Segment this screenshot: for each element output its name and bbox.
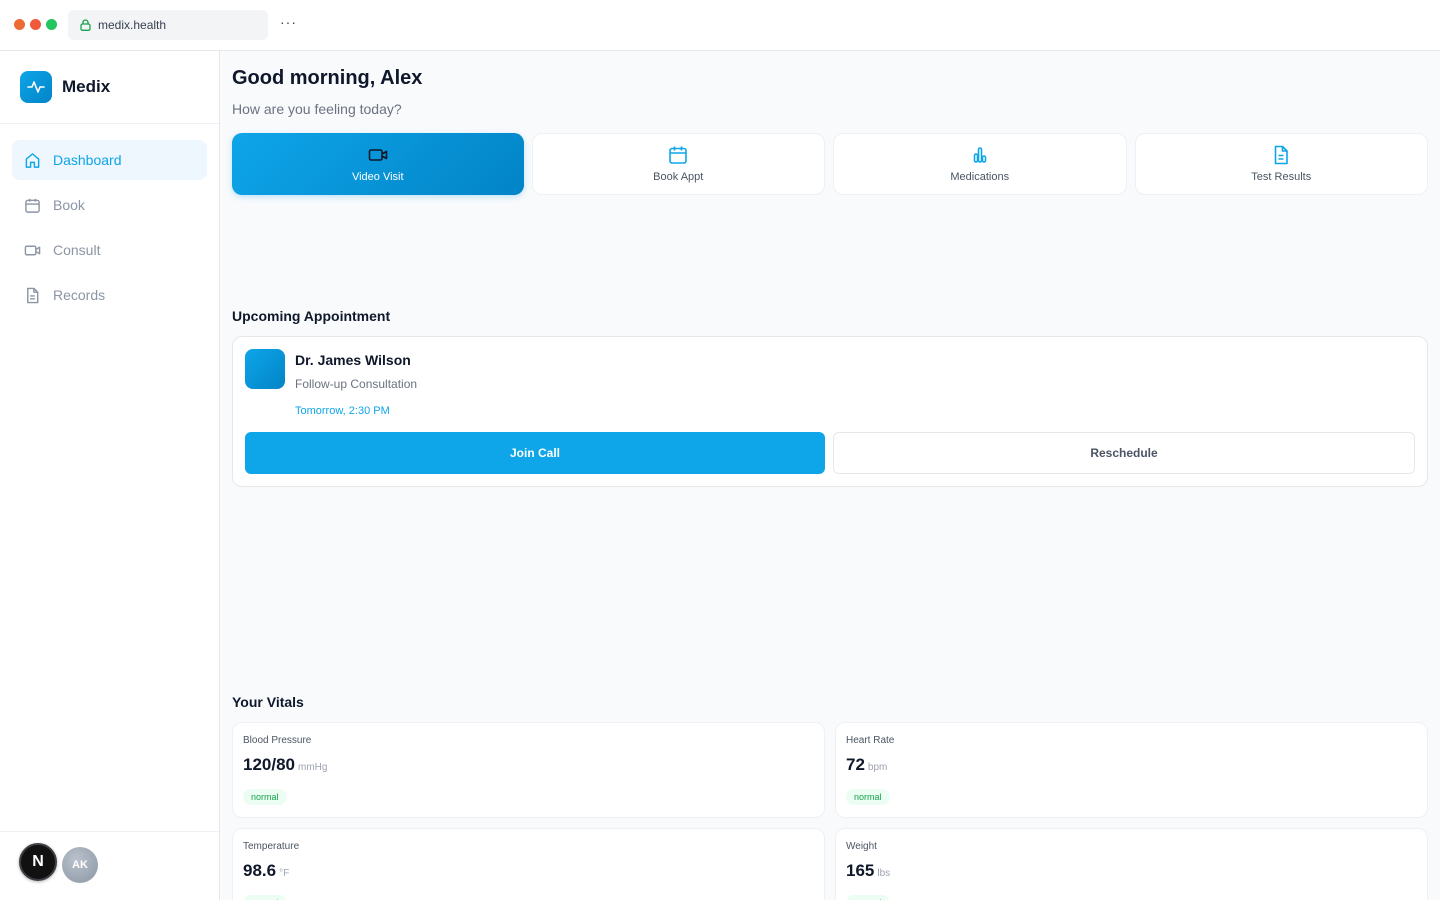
status-badge: normal: [846, 789, 890, 805]
book-appt-button[interactable]: Book Appt: [531, 133, 825, 195]
quick-actions: Video Visit Book Appt Medications Test R…: [232, 133, 1428, 195]
more-menu-icon[interactable]: ···: [280, 14, 297, 30]
vital-label: Temperature: [243, 841, 300, 852]
join-call-button[interactable]: Join Call: [245, 432, 825, 474]
appointment-type: Follow-up Consultation: [295, 377, 418, 391]
vital-label: Blood Pressure: [243, 735, 312, 746]
brand[interactable]: Medix: [20, 71, 110, 103]
sidebar-item-dashboard[interactable]: Dashboard: [12, 140, 207, 180]
document-icon: [27, 287, 39, 303]
vital-card-weight[interactable]: Weight 165lbs normal: [835, 828, 1428, 900]
upcoming-appointment-title: Upcoming Appointment: [232, 308, 391, 324]
url-text: medix.health: [98, 18, 167, 32]
status-badge: normal: [243, 895, 287, 900]
vital-card-temperature[interactable]: Temperature 98.6°F normal: [232, 828, 825, 900]
sidebar-item-label: Records: [53, 287, 106, 303]
next-logo-icon[interactable]: N: [19, 843, 57, 881]
lock-icon: [80, 19, 91, 31]
vital-unit: °F: [279, 868, 290, 879]
sidebar: Medix Dashboard Book Consult Records N A…: [0, 51, 220, 900]
sidebar-item-label: Consult: [53, 242, 101, 258]
vital-unit: lbs: [877, 868, 891, 879]
window-maximize-dot[interactable]: [46, 19, 57, 30]
vital-card-heart-rate[interactable]: Heart Rate 72 bpm normal: [835, 722, 1428, 818]
status-badge: normal: [243, 789, 287, 805]
action-label: Video Visit: [351, 171, 404, 183]
window-close-dot[interactable]: [14, 19, 25, 30]
sidebar-nav: Dashboard Book Consult Records: [12, 140, 207, 320]
vital-unit: mmHg: [298, 762, 328, 773]
window-minimize-dot[interactable]: [30, 19, 41, 30]
appointment-card: Dr. James Wilson Follow-up Consultation …: [232, 336, 1428, 487]
vitals-title: Your Vitals: [232, 694, 304, 710]
vital-value: 72 bpm: [846, 755, 887, 775]
video-icon: [368, 149, 388, 161]
vital-label: Weight: [846, 841, 877, 852]
divider: [0, 123, 219, 124]
video-visit-button[interactable]: Video Visit: [232, 133, 524, 195]
doctor-name: Dr. James Wilson: [295, 352, 411, 368]
brand-name: Medix: [62, 77, 111, 96]
bars-icon: [973, 147, 987, 163]
vital-number: 72: [846, 755, 865, 774]
home-icon: [25, 152, 40, 168]
doctor-avatar: [245, 349, 285, 389]
sidebar-item-label: Dashboard: [53, 152, 122, 168]
page-subtitle: How are you feeling today?: [232, 101, 402, 117]
vital-value: 98.6 °F: [243, 861, 289, 881]
status-badge: normal: [846, 895, 890, 900]
vital-value: 120/80 mmHg: [243, 755, 327, 775]
document-icon: [1274, 145, 1289, 165]
reschedule-button[interactable]: Reschedule: [833, 432, 1415, 474]
vital-label: Heart Rate: [846, 735, 895, 746]
sidebar-item-records[interactable]: Records: [12, 275, 207, 315]
calendar-icon: [669, 146, 688, 164]
medications-button[interactable]: Medications: [833, 133, 1127, 195]
pulse-logo-icon: [20, 71, 52, 103]
browser-chrome: medix.health ···: [0, 0, 1440, 51]
address-bar[interactable]: medix.health: [68, 10, 268, 40]
vital-number: 98.6: [243, 861, 277, 880]
vitals-grid: Blood Pressure 120/80 mmHg normal Heart R…: [232, 722, 1428, 900]
sidebar-item-book[interactable]: Book: [12, 185, 207, 225]
vital-card-blood-pressure[interactable]: Blood Pressure 120/80 mmHg normal: [232, 722, 825, 818]
calendar-icon: [25, 198, 40, 213]
appointment-time: Tomorrow, 2:30 PM: [295, 405, 390, 417]
test-results-button[interactable]: Test Results: [1134, 133, 1428, 195]
vital-number: 165: [846, 861, 875, 880]
action-label: Medications: [950, 171, 1010, 183]
divider: [0, 831, 219, 832]
page-title: Good morning, Alex: [232, 67, 423, 89]
avatar[interactable]: AK: [62, 847, 98, 883]
vital-unit: bpm: [867, 762, 888, 773]
action-label: Test Results: [1251, 171, 1312, 183]
vital-number: 120/80: [243, 755, 295, 774]
sidebar-item-consult[interactable]: Consult: [12, 230, 207, 270]
vital-value: 165 lbs: [846, 861, 890, 881]
video-icon: [24, 245, 41, 255]
action-label: Book Appt: [653, 171, 704, 183]
sidebar-item-label: Book: [53, 197, 85, 213]
